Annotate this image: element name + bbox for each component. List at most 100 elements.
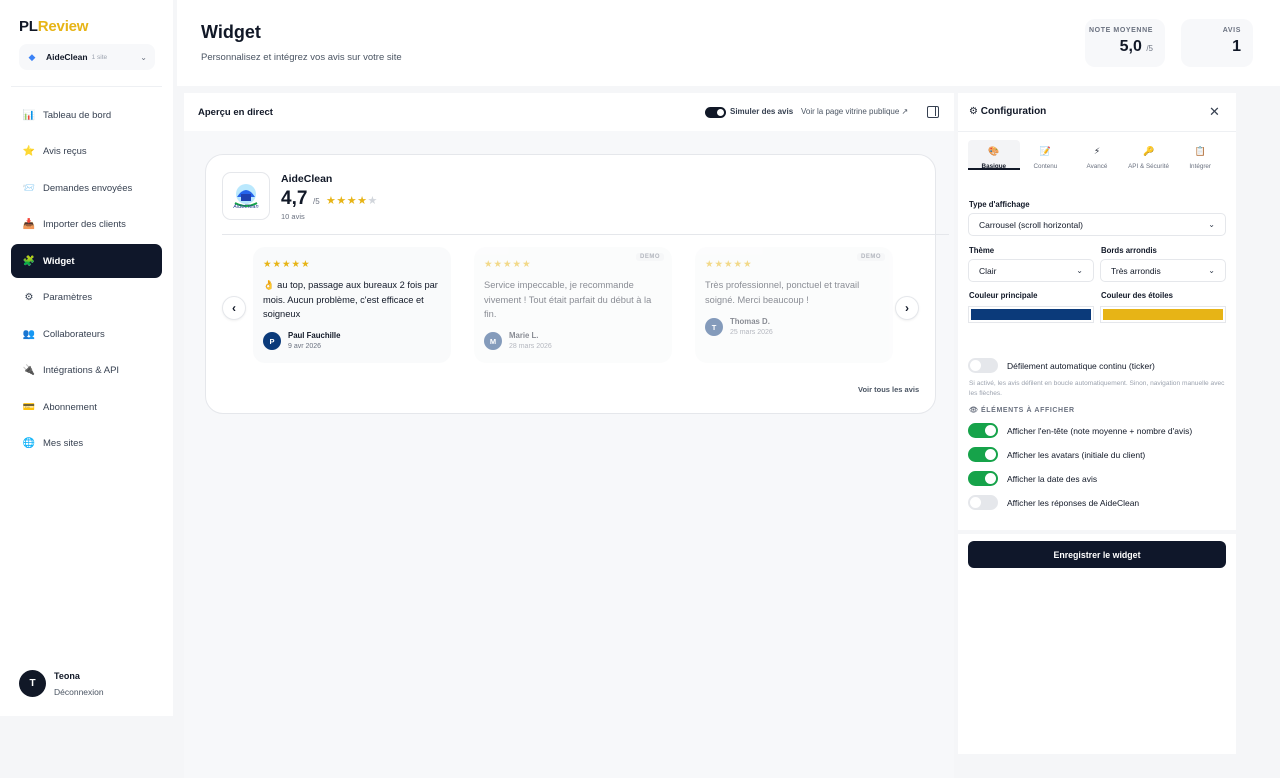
sidebar-item-label: Importer des clients — [43, 219, 126, 230]
users-icon: 👥 — [22, 328, 36, 340]
theme-select[interactable]: Clair ⌄ — [968, 259, 1094, 282]
star-icon: ⭐ — [22, 146, 36, 157]
sidebar-item-label: Widget — [43, 255, 75, 267]
business-logo: AideClean — [222, 172, 270, 220]
business-rating: 4,7 — [281, 188, 308, 209]
tab-api-securite[interactable]: 🔑 API & Sécurité — [1123, 140, 1175, 170]
sidebar-item-label: Intégrations & API — [43, 365, 120, 376]
sidebar-item-label: Abonnement — [43, 401, 97, 413]
preview-title: Aperçu en direct — [198, 107, 273, 118]
memo-icon: 📝 — [1039, 146, 1051, 156]
display-type-label: Type d'affichage — [969, 200, 1030, 209]
ticker-label: Défilement automatique continu (ticker) — [1007, 361, 1155, 371]
toggle-label: Afficher les réponses de AideClean — [1007, 498, 1140, 508]
sidebar-item-label: Tableau de bord — [43, 109, 112, 121]
clipboard-icon: 📋 — [1194, 146, 1206, 156]
sidebar-item-label: Demandes envoyées — [43, 182, 133, 194]
rating-stars: ★★★★★ — [326, 195, 378, 207]
logout-link[interactable]: Déconnexion — [54, 687, 104, 697]
tab-contenu[interactable]: 📝 Contenu — [1020, 140, 1072, 170]
review-avatar: M — [484, 332, 502, 350]
globe-icon: 🌐 — [22, 438, 36, 449]
tab-integrer[interactable]: 📋 Intégrer — [1174, 140, 1226, 170]
rating-unit: /5 — [313, 197, 320, 206]
simulate-reviews-toggle[interactable] — [705, 107, 726, 118]
site-name: AideClean — [46, 52, 88, 62]
review-stars: ★★★★★ — [484, 259, 532, 270]
review-stars: ★★★★★ — [263, 259, 311, 270]
sidebar-item-settings[interactable]: ⚙ Paramètres — [11, 281, 162, 315]
close-icon[interactable]: ✕ — [1209, 104, 1220, 120]
review-stars: ★★★★★ — [705, 259, 753, 270]
review-avatar: T — [705, 318, 723, 336]
display-type-select[interactable]: Carrousel (scroll horizontal) ⌄ — [968, 213, 1226, 236]
public-page-link[interactable]: Voir la page vitrine publique ↗ — [801, 107, 908, 116]
config-panel-footer — [958, 574, 1236, 754]
toggle-label: Afficher l'en-tête (note moyenne + nombr… — [1007, 426, 1193, 436]
sidebar-item-requests[interactable]: 📨 Demandes envoyées — [11, 171, 162, 205]
see-all-reviews-link[interactable]: Voir tous les avis — [858, 385, 919, 394]
sidebar-item-widget[interactable]: 🧩 Widget — [11, 244, 162, 278]
demo-badge: DEMO — [636, 253, 664, 261]
review-date: 25 mars 2026 — [730, 329, 773, 336]
toggle-panel-icon[interactable] — [927, 106, 939, 118]
tab-basique[interactable]: 🎨 Basique — [968, 140, 1020, 170]
stat-value: 5,0 /5 — [1119, 38, 1153, 55]
page-subtitle: Personnalisez et intégrez vos avis sur v… — [201, 52, 402, 63]
review-text: Service impeccable, je recommande viveme… — [484, 280, 652, 319]
toggle-show-avatars[interactable] — [968, 447, 998, 462]
sidebar-item-dashboard[interactable]: 📊 Tableau de bord — [11, 98, 162, 132]
chart-icon: 📊 — [22, 109, 36, 121]
widget-divider — [222, 234, 949, 235]
chevron-down-icon: ⌄ — [1208, 266, 1215, 275]
primary-color-picker[interactable] — [968, 306, 1094, 323]
sidebar-item-subscription[interactable]: 💳 Abonnement — [11, 390, 162, 424]
review-text: 👌 au top, passage aux bureaux 2 fois par… — [263, 280, 438, 319]
toggle-show-header[interactable] — [968, 423, 998, 438]
carousel-next-button[interactable]: › — [895, 296, 919, 320]
business-name: AideClean — [281, 173, 333, 185]
sidebar-item-import[interactable]: 📥 Importer des clients — [11, 208, 162, 242]
stat-average-rating: NOTE MOYENNE 5,0 /5 — [1085, 19, 1165, 67]
toggle-show-date[interactable] — [968, 471, 998, 486]
tab-avance[interactable]: ⚡ Avancé — [1071, 140, 1123, 170]
save-widget-button[interactable]: Enregistrer le widget — [968, 541, 1226, 568]
avatar: T — [19, 670, 46, 697]
toggle-show-replies[interactable] — [968, 495, 998, 510]
plug-icon: 🔌 — [22, 365, 36, 376]
sidebar-item-label: Collaborateurs — [43, 328, 105, 340]
aideclean-logo-icon: AideClean — [232, 184, 259, 210]
config-panel: ⚙ Configuration ✕ 🎨 Basique 📝 Contenu ⚡ Ava… — [958, 93, 1236, 530]
credit-card-icon: 💳 — [22, 401, 36, 413]
stat-label: AVIS — [1222, 27, 1241, 34]
review-author: Thomas D. — [730, 317, 770, 326]
sidebar-item-collaborators[interactable]: 👥 Collaborateurs — [11, 317, 162, 351]
toggle-label: Afficher la date des avis — [1007, 474, 1098, 484]
sidebar-item-reviews[interactable]: ⭐ Avis reçus — [11, 135, 162, 169]
config-tabs: 🎨 Basique 📝 Contenu ⚡ Avancé 🔑 API & Sécurit… — [968, 140, 1226, 170]
sidebar-item-label: Mes sites — [43, 438, 84, 449]
widget-preview: AideClean AideClean 4,7 /5 ★★★★★ 10 avis… — [205, 154, 949, 414]
site-count: 1 site — [91, 53, 108, 61]
inbox-icon: 📥 — [22, 219, 36, 230]
gear-icon: ⚙ — [969, 106, 978, 117]
carousel-prev-button[interactable]: ‹ — [222, 296, 246, 320]
site-icon: ◆ — [28, 52, 36, 62]
ticker-toggle[interactable] — [968, 358, 998, 373]
sidebar-item-sites[interactable]: 🌐 Mes sites — [11, 427, 162, 461]
sidebar-item-integrations[interactable]: 🔌 Intégrations & API — [11, 354, 162, 388]
sidebar-item-label: Paramètres — [43, 292, 93, 303]
simulate-reviews-label[interactable]: Simuler des avis — [730, 107, 793, 116]
radius-select[interactable]: Très arrondis ⌄ — [1100, 259, 1226, 282]
toggle-label: Afficher les avatars (initiale du client… — [1007, 450, 1146, 460]
config-actions: Enregistrer le widget — [958, 534, 1236, 574]
ticker-help-text: Si activé, les avis défilent en boucle a… — [969, 380, 1225, 397]
review-card: ★★★★★ 👌 au top, passage aux bureaux 2 fo… — [253, 247, 451, 363]
sidebar-nav: 📊 Tableau de bord ⭐ Avis reçus 📨 Demandes e… — [11, 98, 162, 463]
chevron-down-icon: ⌄ — [140, 52, 147, 62]
star-color-picker[interactable] — [1100, 306, 1226, 323]
brand-logo[interactable]: PLReview — [19, 18, 88, 35]
review-card: DEMO ★★★★★ Service impeccable, je recomm… — [474, 247, 672, 363]
review-author: Paul Fauchille — [288, 331, 341, 340]
site-picker[interactable]: ◆ AideClean 1 site ⌄ — [19, 44, 155, 70]
